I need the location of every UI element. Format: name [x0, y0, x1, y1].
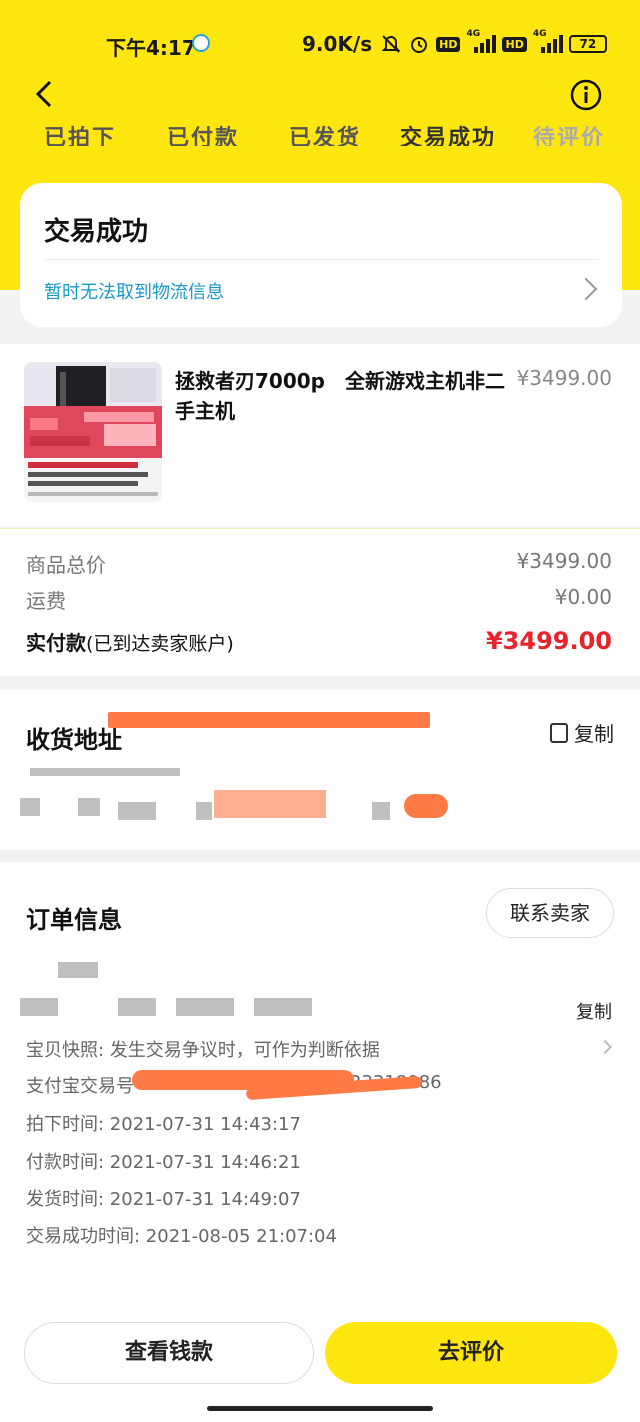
alarm-icon — [411, 37, 428, 53]
total-label: 商品总价 — [26, 553, 106, 577]
contact-seller-button[interactable]: 联系卖家 — [486, 888, 614, 938]
product-price: ¥3499.00 — [516, 366, 612, 390]
copy-icon — [550, 722, 568, 743]
home-indicator[interactable] — [207, 1406, 433, 1411]
view-money-button[interactable]: 查看钱款 — [24, 1322, 314, 1384]
logistics-link[interactable]: 暂时无法取到物流信息 — [44, 278, 224, 304]
status-card: 交易成功 暂时无法取到物流信息 — [20, 183, 622, 327]
total-value: ¥3499.00 — [516, 549, 612, 573]
trade-status-title: 交易成功 — [44, 217, 149, 247]
complete-time: 交易成功时间: 2021-08-05 21:07:04 — [26, 1226, 337, 1247]
review-button[interactable]: 去评价 — [325, 1322, 617, 1384]
chevron-right-icon — [574, 277, 598, 301]
shipping-label: 运费 — [26, 589, 66, 613]
ship-time: 发货时间: 2021-07-31 14:49:07 — [26, 1189, 301, 1210]
step-shipped: 已发货 — [289, 126, 362, 146]
snapshot-link[interactable]: 宝贝快照: 发生交易争议时，可作为判断依据 — [26, 1036, 380, 1062]
product-section[interactable]: 拯救者刃7000p 全新游戏主机非二手主机 ¥3499.00 — [0, 344, 640, 526]
product-image[interactable] — [24, 362, 162, 502]
hd-badge-1: HD — [436, 36, 461, 52]
status-time: 下午4:17 — [106, 36, 196, 60]
mute-icon — [381, 35, 401, 53]
bottom-action-bar: 查看钱款 去评价 — [0, 1302, 640, 1422]
blurred-text — [254, 998, 312, 1016]
signal-icon-1: 4G — [466, 29, 497, 53]
paid-note: (已到达卖家账户) — [86, 633, 234, 655]
status-icons: HD 4G HD 4G 72 — [380, 29, 607, 55]
paid-label-group: 实付款(已到达卖家账户) — [26, 627, 234, 656]
shipping-row: 运费 ¥0.00 — [26, 585, 612, 614]
chevron-right-icon — [597, 1039, 613, 1055]
product-thumbnail-graphic — [24, 362, 162, 502]
blurred-text — [372, 802, 390, 820]
price-summary: 商品总价 ¥3499.00 运费 ¥0.00 实付款(已到达卖家账户) ¥349… — [0, 528, 640, 676]
divider — [44, 259, 598, 260]
redaction-mark — [108, 712, 430, 728]
signal-label-2: 4G — [532, 29, 547, 39]
shipping-value: ¥0.00 — [554, 585, 612, 609]
paid-value: ¥3499.00 — [485, 627, 612, 655]
redaction-mark — [404, 794, 448, 818]
progress-steps: 已拍下 已付款 已发货 交易成功 待评价 — [0, 116, 640, 146]
redaction-mark — [214, 790, 326, 818]
address-copy-label: 复制 — [574, 722, 614, 746]
status-right: 9.0K/s HD 4G HD 4G 72 — [302, 29, 607, 56]
address-copy-button[interactable]: 复制 — [550, 718, 614, 747]
product-title[interactable]: 拯救者刃7000p 全新游戏主机非二手主机 — [175, 366, 505, 426]
signal-icon-2: 4G — [533, 29, 563, 53]
info-icon[interactable] — [569, 78, 603, 112]
alipay-trade-no-label: 支付宝交易号 — [26, 1076, 134, 1097]
order-number-copy-button[interactable]: 复制 — [576, 998, 612, 1024]
order-info-title: 订单信息 — [26, 906, 122, 934]
blurred-text — [20, 998, 58, 1016]
blurred-text — [196, 802, 212, 820]
blurred-text — [78, 798, 100, 816]
signal-label-1: 4G — [466, 29, 481, 39]
message-icon — [192, 34, 210, 52]
blurred-text — [58, 962, 98, 978]
step-complete: 交易成功 — [400, 126, 497, 146]
blurred-text — [118, 998, 156, 1016]
network-speed: 9.0K/s — [302, 32, 373, 56]
pay-time: 付款时间: 2021-07-31 14:46:21 — [26, 1152, 301, 1173]
step-paid: 已付款 — [167, 126, 240, 146]
blurred-text — [20, 798, 40, 816]
blurred-text — [30, 768, 180, 776]
paid-row: 实付款(已到达卖家账户) ¥3499.00 — [26, 627, 612, 656]
blurred-text — [118, 802, 156, 820]
step-review: 待评价 — [533, 126, 606, 146]
step-ordered: 已拍下 — [44, 126, 117, 146]
status-bar: 下午4:17 9.0K/s HD 4G HD 4G 72 — [0, 28, 640, 62]
battery-icon: 72 — [568, 35, 607, 53]
paid-label: 实付款 — [26, 631, 86, 655]
hd-badge-2: HD — [502, 36, 527, 52]
total-row: 商品总价 ¥3499.00 — [26, 549, 612, 578]
blurred-text — [176, 998, 234, 1016]
address-section: 收货地址 复制 — [0, 690, 640, 850]
back-arrow-icon[interactable] — [28, 76, 64, 112]
order-time: 拍下时间: 2021-07-31 14:43:17 — [26, 1114, 301, 1135]
order-info-section: 订单信息 联系卖家 复制 宝贝快照: 发生交易争议时，可作为判断依据 支付宝交易… — [0, 862, 640, 1302]
